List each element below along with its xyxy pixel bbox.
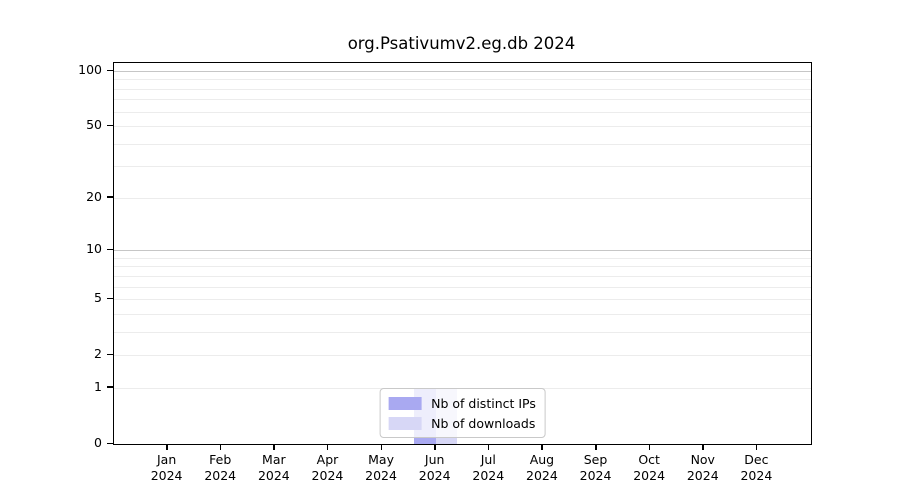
legend: Nb of distinct IPs Nb of downloads [379, 388, 546, 438]
gridline [114, 331, 811, 333]
x-axis-tick [434, 444, 436, 450]
gridline [114, 88, 811, 90]
gridline [114, 71, 811, 72]
gridline [114, 79, 811, 81]
gridline [114, 126, 811, 128]
x-axis-tick-label: Oct 2024 [633, 452, 666, 483]
gridline [114, 166, 811, 168]
x-axis-tick [487, 444, 490, 450]
y-axis-tick [107, 196, 113, 198]
y-axis-tick [107, 248, 113, 251]
gridline [114, 286, 811, 288]
legend-swatch-downloads-icon [388, 416, 422, 430]
legend-swatch-distinct-ips-icon [388, 396, 422, 410]
x-axis-tick-label: Jan 2024 [150, 452, 183, 483]
y-axis-tick [107, 69, 113, 71]
gridline [114, 197, 811, 199]
x-axis-tick [166, 444, 168, 450]
y-axis-tick-label: 100 [78, 62, 102, 77]
x-axis-tick-label: Jun 2024 [418, 452, 451, 483]
x-axis-tick [541, 444, 543, 450]
x-axis-tick-label: Dec 2024 [740, 452, 773, 483]
gridline [114, 266, 811, 268]
y-axis-tick-label: 0 [94, 435, 102, 450]
y-axis-tick [107, 124, 113, 127]
y-axis-tick [107, 297, 113, 300]
x-axis-tick-label: Sep 2024 [579, 452, 612, 483]
x-axis-tick-label: Feb 2024 [204, 452, 237, 483]
y-axis-tick-label: 10 [86, 241, 102, 257]
x-axis-tick [380, 444, 383, 450]
gridline [114, 355, 811, 357]
y-axis-tick-label: 20 [86, 188, 102, 204]
y-axis-tick-label: 5 [94, 290, 102, 306]
gridline [114, 143, 811, 145]
x-axis-tick [326, 444, 329, 450]
chart-title: org.Psativumv2.eg.db 2024 [347, 34, 576, 53]
y-axis-tick [107, 442, 113, 444]
x-axis-tick-label: May 2024 [365, 452, 397, 483]
gridline [114, 257, 811, 259]
y-axis-tick [107, 353, 113, 356]
x-axis-tick-label: Aug 2024 [526, 452, 558, 483]
x-axis-tick [595, 444, 597, 450]
gridline [114, 275, 811, 277]
x-axis-tick-label: Jul 2024 [472, 452, 505, 483]
legend-item-distinct-ips: Nb of distinct IPs [388, 393, 536, 413]
x-axis-tick [648, 444, 651, 450]
legend-item-downloads: Nb of downloads [388, 413, 536, 433]
y-axis-tick-label: 50 [86, 117, 102, 133]
legend-label-distinct-ips: Nb of distinct IPs [431, 395, 536, 411]
legend-label-downloads: Nb of downloads [431, 415, 536, 431]
x-axis-tick [755, 444, 758, 450]
gridline [114, 111, 811, 113]
gridline [114, 313, 811, 315]
y-axis-tick-label: 1 [94, 378, 102, 394]
x-axis-tick [273, 444, 275, 450]
y-axis-tick-label: 2 [94, 346, 102, 362]
x-axis-tick [702, 444, 704, 450]
gridline [114, 99, 811, 101]
plot-area: Nb of distinct IPs Nb of downloads [113, 62, 812, 445]
figure: org.Psativumv2.eg.db 2024 Nb of distinct… [0, 0, 900, 500]
x-axis-tick-label: Nov 2024 [686, 452, 719, 483]
y-axis-tick [107, 386, 113, 388]
x-axis-tick [219, 444, 222, 450]
x-axis-tick-label: Mar 2024 [257, 452, 290, 483]
gridline [114, 250, 811, 252]
x-axis-tick-label: Apr 2024 [311, 452, 344, 483]
gridline [114, 299, 811, 301]
